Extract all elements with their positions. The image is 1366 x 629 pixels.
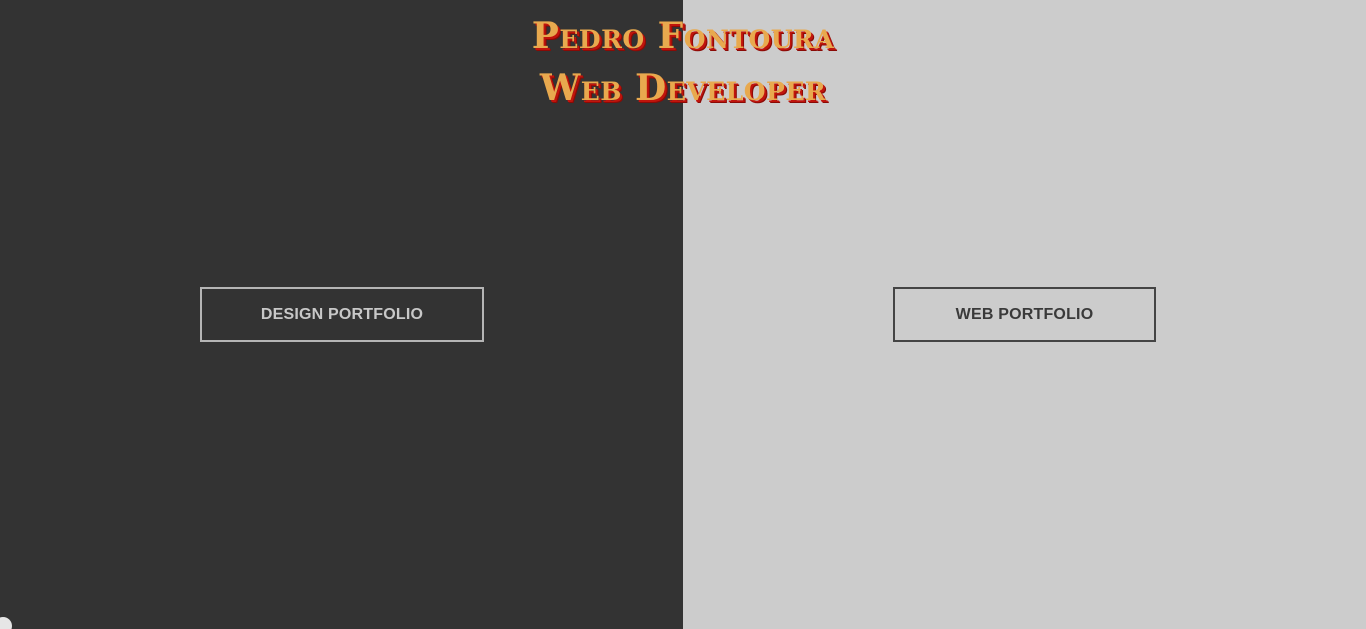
web-portfolio-button[interactable]: WEB PORTFOLIO bbox=[893, 287, 1156, 342]
site-subtitle: Web Developer bbox=[539, 67, 827, 109]
site-title: Pedro Fontoura bbox=[531, 15, 835, 57]
design-portfolio-button[interactable]: DESIGN PORTFOLIO bbox=[200, 287, 484, 342]
site-header: Pedro Fontoura Web Developer bbox=[0, 10, 1366, 114]
